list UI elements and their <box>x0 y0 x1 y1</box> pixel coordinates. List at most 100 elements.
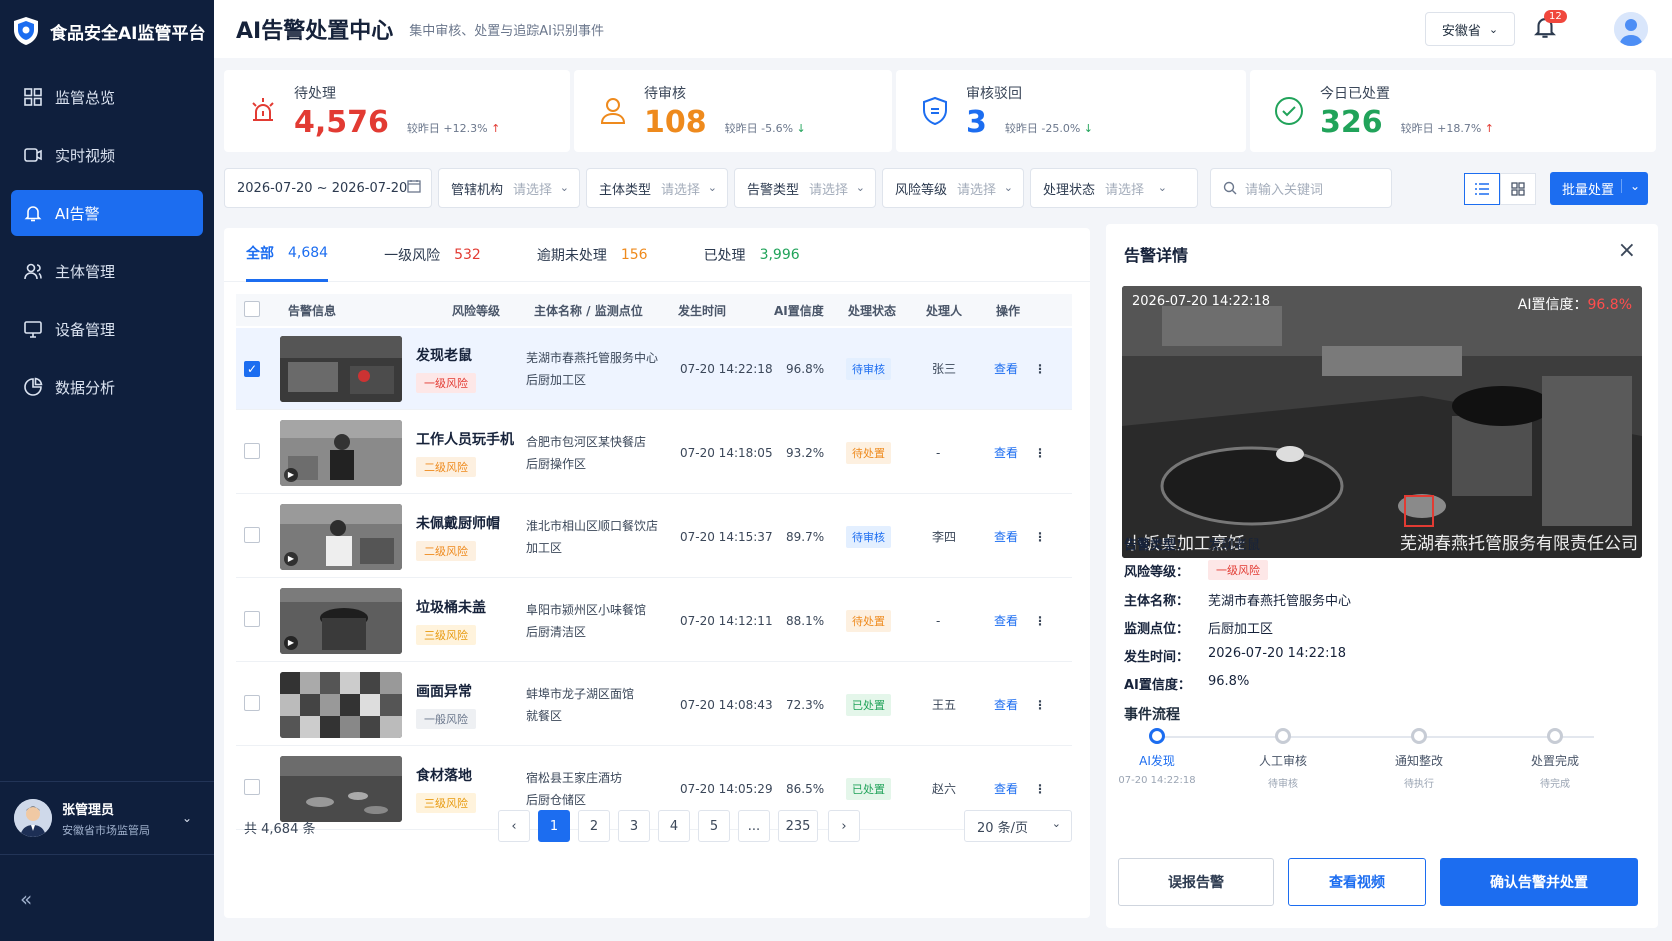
alert-name: 发现老鼠 <box>416 347 472 364</box>
stat-value: 108 <box>644 104 707 140</box>
date-range-picker[interactable]: 2026-07-20 ~ 2026-07-20 <box>224 168 432 208</box>
stat-pending: 待处理 4,576 较昨日 +12.3% ↑ <box>224 70 570 152</box>
nav-item-entities[interactable]: 主体管理 <box>11 248 203 294</box>
view-link[interactable]: 查看 <box>994 612 1034 629</box>
table-row[interactable]: ▶ 未佩戴厨师帽 二级风险 淮北市相山区顺口餐饮店 加工区 07-20 14:1… <box>236 496 1072 578</box>
entity-name: 宿松县王家庄酒坊 <box>526 770 623 785</box>
page-last-button[interactable]: 235 <box>778 810 818 842</box>
page-2-button[interactable]: 2 <box>578 810 610 842</box>
batch-action-button[interactable]: 批量处置 ⌄ <box>1550 172 1648 205</box>
page-1-button[interactable]: 1 <box>538 810 570 842</box>
close-icon[interactable]: × <box>1618 238 1636 263</box>
table-row[interactable]: ✓ 发现老鼠 一级风险 芜湖市春燕托管服务中心 后厨加工区 07-20 14:2… <box>236 328 1072 410</box>
avatar[interactable] <box>1614 12 1648 46</box>
page-5-button[interactable]: 5 <box>698 810 730 842</box>
handler: 张三 <box>932 362 957 376</box>
collapse-sidebar-icon[interactable]: « <box>20 887 32 911</box>
view-link[interactable]: 查看 <box>994 696 1034 713</box>
chevron-down-icon[interactable]: ⌄ <box>182 811 192 825</box>
nav-item-ai-alert[interactable]: AI告警 <box>11 190 203 236</box>
notification-bell[interactable]: 12 <box>1532 10 1567 44</box>
alert-type-select[interactable]: 告警类型 请选择 ⌄ <box>734 168 876 208</box>
select-all-checkbox[interactable] <box>244 300 260 317</box>
status-select[interactable]: 处理状态 请选择 ⌄ <box>1030 168 1198 208</box>
more-icon[interactable]: ⋮ <box>1034 362 1046 376</box>
tab-level1[interactable]: 一级风险 532 <box>384 228 481 282</box>
user-profile[interactable]: 张管理员 安徽省市场监管局 ⌄ <box>0 781 214 855</box>
view-link[interactable]: 查看 <box>994 528 1034 545</box>
alert-thumbnail[interactable] <box>280 335 402 402</box>
col-header: 处理人 <box>926 303 963 318</box>
entity-type-select[interactable]: 主体类型 请选择 ⌄ <box>586 168 728 208</box>
next-page-button[interactable]: › <box>828 810 860 842</box>
confirm-alert-button[interactable]: 确认告警并处置 <box>1440 858 1638 906</box>
table-row[interactable]: 画面异常 一般风险 蚌埠市龙子湖区面馆 就餐区 07-20 14:08:43 7… <box>236 664 1072 746</box>
alert-video-frame[interactable]: 2026-07-20 14:22:18 AI置信度：96.8% 小饭桌加工烹饪 … <box>1122 286 1642 558</box>
stat-delta: 较昨日 +12.3% ↑ <box>406 121 501 135</box>
row-checkbox[interactable] <box>244 779 260 795</box>
stat-delta: 较昨日 -25.0% ↓ <box>1004 121 1094 135</box>
view-link[interactable]: 查看 <box>994 444 1034 461</box>
video-timestamp: 2026-07-20 14:22:18 <box>1132 294 1271 309</box>
tab-processed[interactable]: 已处理 3,996 <box>704 228 800 282</box>
stat-done-today: 今日已处置 326 较昨日 +18.7% ↑ <box>1250 70 1656 152</box>
risk-badge: 二级风险 <box>416 456 476 477</box>
tab-all[interactable]: 全部 4,684 <box>246 228 329 282</box>
chevron-down-icon: ⌄ <box>1620 179 1640 193</box>
org-select[interactable]: 管辖机构 请选择 ⌄ <box>438 168 580 208</box>
prev-page-button[interactable]: ‹ <box>498 810 530 842</box>
more-icon[interactable]: ⋮ <box>1034 698 1046 712</box>
row-checkbox[interactable] <box>244 527 260 543</box>
nav-item-devices[interactable]: 设备管理 <box>11 306 203 352</box>
table-row[interactable]: ▶ 工作人员玩手机 二级风险 合肥市包河区某快餐店 后厨操作区 07-20 14… <box>236 412 1072 494</box>
page-ellipsis[interactable]: ... <box>738 810 770 842</box>
alert-name: 工作人员玩手机 <box>416 431 514 448</box>
region-select[interactable]: 安徽省 ⌄ <box>1425 12 1515 46</box>
nav-item-analytics[interactable]: 数据分析 <box>11 364 203 410</box>
alert-thumbnail[interactable]: ▶ <box>280 419 402 486</box>
nav-item-overview[interactable]: 监管总览 <box>11 74 203 120</box>
camera-icon <box>24 148 42 162</box>
entity-name: 阜阳市颍州区小味餐馆 <box>526 602 647 617</box>
status-badge: 待审核 <box>846 525 891 548</box>
filter-label: 主体类型 <box>599 182 652 198</box>
alert-time: 07-20 14:18:05 <box>680 445 773 460</box>
view-link[interactable]: 查看 <box>994 780 1034 797</box>
alert-detail-panel: 告警详情 × 2026-07-20 14:22:18 AI置信度：96.8% 小… <box>1106 224 1658 928</box>
stat-value: 3 <box>966 104 987 140</box>
more-icon[interactable]: ⋮ <box>1034 446 1046 460</box>
row-checkbox[interactable] <box>244 443 260 459</box>
brand: 食品安全AI监管平台 <box>0 0 214 62</box>
risk-level-select[interactable]: 风险等级 请选择 ⌄ <box>882 168 1024 208</box>
search-placeholder: 请输入关键词 <box>1245 182 1324 198</box>
grid-view-button[interactable] <box>1500 173 1536 205</box>
more-icon[interactable]: ⋮ <box>1034 530 1046 544</box>
list-icon <box>1475 183 1489 195</box>
list-view-button[interactable] <box>1464 173 1500 205</box>
view-video-button[interactable]: 查看视频 <box>1288 858 1426 906</box>
alert-thumbnail[interactable]: ▶ <box>280 587 402 654</box>
row-checkbox[interactable] <box>244 695 260 711</box>
video-company-label: 芜湖春燕托管服务有限责任公司 <box>1400 534 1638 554</box>
false-alarm-button[interactable]: 误报告警 <box>1118 858 1274 906</box>
nav-item-video[interactable]: 实时视频 <box>11 132 203 178</box>
table-row[interactable]: ▶ 垃圾桶未盖 三级风险 阜阳市颍州区小味餐馆 后厨清洁区 07-20 14:1… <box>236 580 1072 662</box>
search-input[interactable]: 请输入关键词 <box>1210 168 1392 208</box>
page-size-select[interactable]: 20 条/页 ⌄ <box>964 810 1072 842</box>
calendar-icon <box>407 179 421 197</box>
step-dot <box>1411 728 1427 744</box>
page-3-button[interactable]: 3 <box>618 810 650 842</box>
handler: 王五 <box>932 698 957 712</box>
row-checkbox[interactable]: ✓ <box>244 360 260 377</box>
stat-rejected: 审核驳回 3 较昨日 -25.0% ↓ <box>896 70 1246 152</box>
tab-overdue[interactable]: 逾期未处理 156 <box>537 228 648 282</box>
view-link[interactable]: 查看 <box>994 360 1034 377</box>
alert-thumbnail[interactable]: ▶ <box>280 503 402 570</box>
more-icon[interactable]: ⋮ <box>1034 782 1046 796</box>
more-icon[interactable]: ⋮ <box>1034 614 1046 628</box>
row-checkbox[interactable] <box>244 611 260 627</box>
ai-confidence: 96.8% <box>786 361 825 376</box>
alert-thumbnail[interactable] <box>280 671 402 738</box>
page-4-button[interactable]: 4 <box>658 810 690 842</box>
ai-confidence: 88.1% <box>786 613 825 628</box>
